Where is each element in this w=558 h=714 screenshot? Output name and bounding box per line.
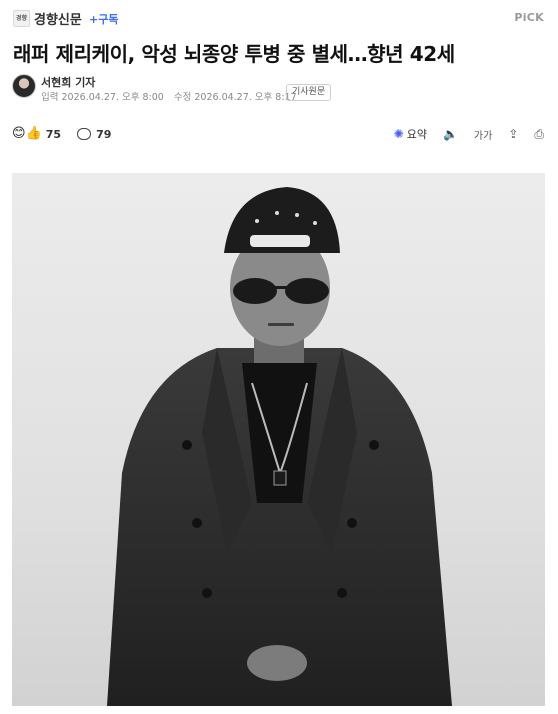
font-size-button[interactable]: 가가 <box>474 127 492 142</box>
reporter-name[interactable]: 서현희 기자 <box>41 74 95 90</box>
modified-date: 2026.04.27. 오후 8:17 <box>194 92 297 103</box>
press-logo[interactable]: 경향 <box>13 10 30 27</box>
listen-speaker-icon[interactable]: 🔈 <box>443 127 458 141</box>
rapper-portrait-illustration <box>107 187 452 706</box>
summary-label: 요약 <box>406 128 427 141</box>
pick-badge[interactable]: PiCK <box>514 11 544 24</box>
reaction-count[interactable]: 75 <box>46 128 61 141</box>
article-tools: ✺ 요약 🔈 가가 ⇪ ⎙ <box>394 124 544 144</box>
top-bar: 경향 경향신문 +구독 PiCK <box>0 0 558 34</box>
published-date: 2026.04.27. 오후 8:00 <box>61 92 164 103</box>
original-article-button[interactable]: 기사원문 <box>286 84 332 101</box>
article-headline: 래퍼 제리케이, 악성 뇌종양 투병 중 별세…향년 42세 <box>13 42 455 66</box>
summary-sparkle-icon: ✺ <box>393 127 404 141</box>
reporter-avatar[interactable] <box>12 74 36 98</box>
subscribe-button[interactable]: +구독 <box>89 11 118 27</box>
share-icon[interactable]: ⇪ <box>508 127 518 141</box>
article-photo <box>12 173 545 706</box>
article-dates: 입력 2026.04.27. 오후 8:00 수정 2026.04.27. 오후… <box>41 89 297 103</box>
press-name[interactable]: 경향신문 <box>34 9 82 28</box>
published-label: 입력 <box>41 92 59 103</box>
summary-button[interactable]: ✺ 요약 <box>394 126 427 142</box>
print-icon[interactable]: ⎙ <box>534 127 544 142</box>
reaction-emoji-icon[interactable]: 😊👍 <box>12 125 42 143</box>
reactions-bar: 😊👍 75 79 <box>12 125 111 143</box>
comment-count[interactable]: 79 <box>96 128 111 141</box>
comment-icon[interactable] <box>77 128 92 140</box>
modified-label: 수정 <box>173 92 192 103</box>
